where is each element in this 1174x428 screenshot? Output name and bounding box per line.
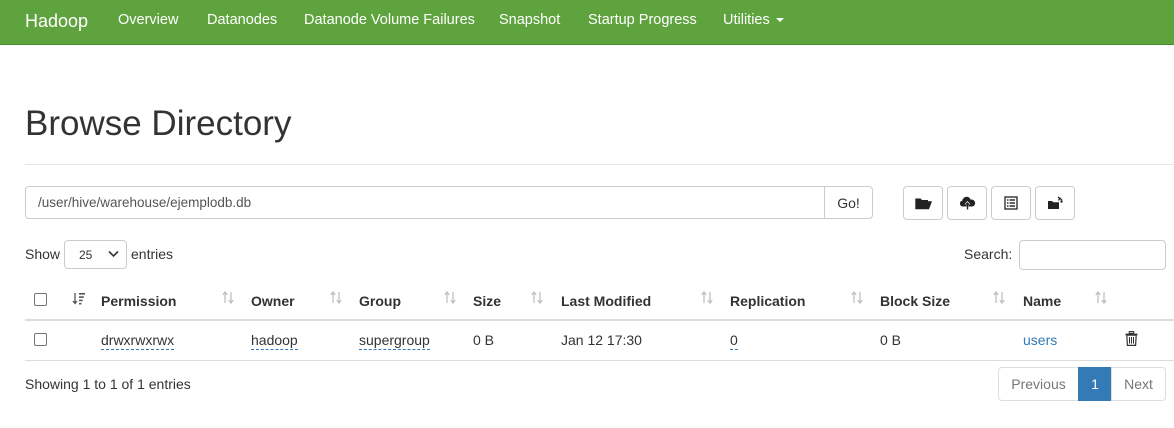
list-alt-icon [1004, 196, 1018, 210]
sort-both-icon[interactable] [850, 291, 864, 304]
cloud-upload-icon [959, 196, 975, 210]
row-name-link[interactable]: users [1023, 332, 1057, 348]
next-page-button[interactable]: Next [1111, 367, 1166, 401]
sort-both-icon[interactable] [1094, 291, 1108, 304]
column-header-owner[interactable]: Owner [251, 293, 295, 309]
column-header-replication[interactable]: Replication [730, 293, 805, 309]
column-header-group[interactable]: Group [359, 293, 401, 309]
nav-overview[interactable]: Overview [118, 12, 178, 28]
page-length-select[interactable]: 25 [64, 240, 127, 269]
column-header-size[interactable]: Size [473, 293, 501, 309]
row-last-modified: Jan 12 17:30 [561, 332, 642, 348]
row-size: 0 B [473, 332, 495, 348]
nav-utilities-label: Utilities [723, 12, 770, 28]
sort-both-icon[interactable] [700, 291, 714, 304]
sort-both-icon[interactable] [329, 291, 343, 304]
chevron-down-icon [108, 250, 119, 258]
page-1-button[interactable]: 1 [1078, 367, 1112, 401]
go-button[interactable]: Go! [824, 186, 873, 219]
table-header-divider [25, 319, 1174, 321]
table-row-divider [25, 360, 1174, 361]
row-block-size: 0 B [880, 332, 902, 348]
nav-startup-progress[interactable]: Startup Progress [588, 12, 697, 28]
cut-paste-icon [1047, 196, 1063, 209]
pagination: Previous 1 Next [998, 367, 1166, 401]
row-replication[interactable]: 0 [730, 332, 738, 350]
nav-snapshot[interactable]: Snapshot [499, 12, 560, 28]
column-header-last-modified[interactable]: Last Modified [561, 293, 651, 309]
page-title: Browse Directory [25, 104, 292, 143]
table-info: Showing 1 to 1 of 1 entries [25, 376, 191, 392]
title-divider [25, 164, 1174, 165]
previous-page-button[interactable]: Previous [998, 367, 1079, 401]
create-directory-button[interactable] [903, 186, 943, 220]
upload-files-button[interactable] [947, 186, 987, 220]
column-header-permission[interactable]: Permission [101, 293, 176, 309]
row-owner[interactable]: hadoop [251, 332, 298, 350]
sort-both-icon[interactable] [221, 291, 235, 304]
select-all-checkbox[interactable] [34, 293, 47, 306]
column-header-name[interactable]: Name [1023, 293, 1061, 309]
sort-both-icon[interactable] [443, 291, 457, 304]
brand-logo[interactable]: Hadoop [25, 11, 88, 32]
page-length-value: 25 [79, 247, 93, 262]
directory-path-input[interactable] [25, 186, 825, 219]
list-view-button[interactable] [991, 186, 1031, 220]
trash-icon[interactable] [1125, 331, 1138, 346]
nav-utilities-dropdown[interactable]: Utilities [723, 12, 784, 28]
caret-down-icon [775, 18, 784, 23]
show-label: Show [25, 246, 61, 262]
sort-both-icon[interactable] [992, 291, 1006, 304]
top-navbar: Hadoop Overview Datanodes Datanode Volum… [0, 0, 1174, 45]
search-input[interactable] [1019, 240, 1166, 270]
nav-datanode-volume-failures[interactable]: Datanode Volume Failures [304, 12, 475, 28]
cut-paste-button[interactable] [1035, 186, 1075, 220]
nav-datanodes[interactable]: Datanodes [207, 12, 277, 28]
row-checkbox[interactable] [34, 333, 47, 346]
column-header-block-size[interactable]: Block Size [880, 293, 950, 309]
entries-label: entries [131, 246, 174, 262]
row-group[interactable]: supergroup [359, 332, 430, 350]
folder-open-icon [914, 198, 932, 210]
sort-ascending-icon[interactable] [72, 292, 86, 305]
sort-both-icon[interactable] [530, 291, 544, 304]
row-permission[interactable]: drwxrwxrwx [101, 332, 175, 350]
search-label: Search: [964, 246, 1013, 262]
